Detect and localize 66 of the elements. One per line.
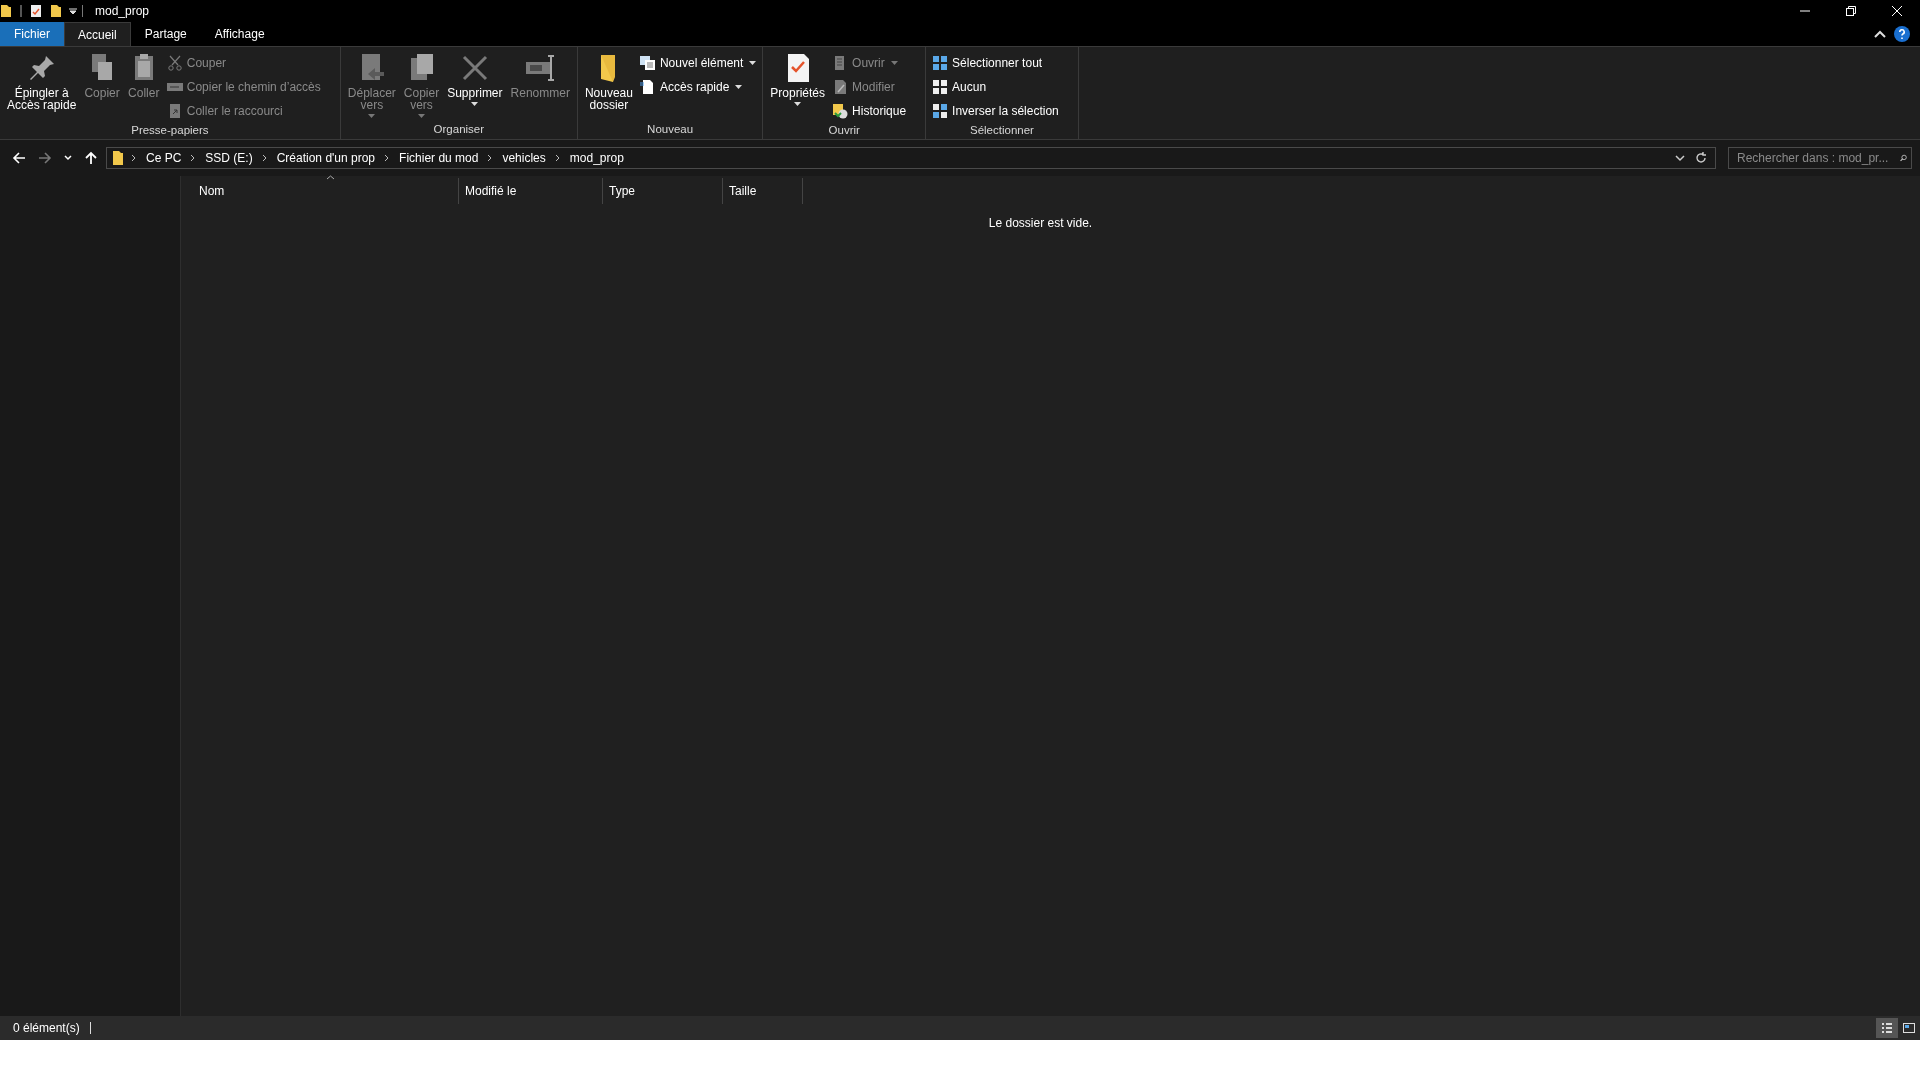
ribbon-button[interactable]: Accès rapide <box>637 76 759 98</box>
breadcrumb[interactable]: Création d'un prop <box>273 149 379 167</box>
scissors-icon <box>166 55 183 71</box>
file-menu-button[interactable]: Fichier <box>0 22 64 46</box>
ribbon-button[interactable]: Sélectionner tout <box>930 52 1074 74</box>
ribbon-button[interactable]: Historique <box>830 100 922 122</box>
chevron-right-icon <box>131 154 137 162</box>
breadcrumb[interactable]: Ce PC <box>143 149 185 167</box>
group-label: Organiser <box>432 121 486 137</box>
window-title: mod_prop <box>95 3 150 20</box>
folder-icon <box>50 4 62 18</box>
close-icon <box>1892 6 1902 16</box>
new-item-icon <box>639 55 656 71</box>
restore-icon <box>1846 6 1856 16</box>
group-label: Sélectionner <box>968 123 1035 138</box>
help-icon <box>1894 26 1910 42</box>
breadcrumb[interactable]: mod_prop <box>566 149 627 167</box>
history-icon <box>832 103 849 119</box>
chevron-up-icon <box>1874 30 1886 38</box>
chevron-right-icon <box>190 154 197 162</box>
column-header[interactable]: Modifié le <box>459 178 603 204</box>
group-label: Nouveau <box>646 121 695 137</box>
folder-icon <box>111 150 125 166</box>
ribbon-tab[interactable]: Partage <box>130 22 201 46</box>
arrow-right-icon <box>38 151 52 165</box>
dropdown-icon <box>68 6 78 16</box>
chevron-right-icon <box>261 154 268 162</box>
search-icon <box>1900 152 1907 164</box>
sort-ascending-icon <box>325 175 335 180</box>
large-icons-view-icon <box>1903 1022 1915 1034</box>
ribbon-button[interactable]: Propriétés <box>767 52 829 106</box>
ribbon-button[interactable]: Nouvel élément <box>637 52 759 74</box>
properties-icon <box>30 4 42 18</box>
empty-folder-message: Le dossier est vide. <box>988 215 1093 232</box>
chevron-right-icon <box>384 154 391 162</box>
folder-icon <box>0 4 12 18</box>
ribbon-tab[interactable]: Affichage <box>200 22 279 46</box>
arrow-up-icon <box>84 151 98 165</box>
column-header[interactable]: Taille <box>723 178 803 204</box>
chevron-right-icon <box>487 154 494 162</box>
ribbon-button[interactable]: Épingler à Accès rapide <box>4 52 80 118</box>
chevron-down-icon <box>1675 154 1685 162</box>
edit-icon <box>832 79 849 95</box>
breadcrumb[interactable]: vehicles <box>499 149 549 167</box>
invert-selection-icon <box>932 103 949 119</box>
group-label: Presse-papiers <box>130 123 210 138</box>
breadcrumb[interactable]: Fichier du mod <box>396 149 482 167</box>
breadcrumb[interactable]: SSD (E:) <box>202 149 256 167</box>
ribbon-button[interactable]: Aucun <box>930 76 1074 98</box>
chevron-right-icon <box>554 154 561 162</box>
refresh-icon <box>1695 152 1707 164</box>
item-count: 0 élément(s) <box>13 1020 80 1037</box>
arrow-left-icon <box>12 151 26 165</box>
document-icon <box>639 79 656 95</box>
ribbon-button[interactable]: Supprimer <box>444 52 506 106</box>
details-view-icon <box>1881 1022 1893 1034</box>
ribbon-button[interactable]: Inverser la sélection <box>930 100 1074 122</box>
column-header[interactable]: Type <box>603 178 723 204</box>
rename-icon <box>524 52 557 84</box>
group-label: Ouvrir <box>827 123 861 138</box>
ribbon-tab[interactable]: Accueil <box>64 22 131 46</box>
select-all-icon <box>932 55 949 71</box>
column-header[interactable]: Nom <box>193 178 459 204</box>
ribbon-button[interactable]: Nouveau dossier <box>581 52 636 118</box>
view-button[interactable] <box>1876 1018 1898 1038</box>
grid-icon <box>932 79 949 95</box>
